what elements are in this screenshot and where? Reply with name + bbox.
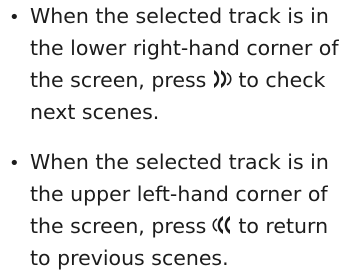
text-line: the lower right-hand corner of — [30, 36, 339, 60]
text-line-with-icon: the screen, press to return — [30, 210, 346, 242]
text-fragment: to check — [238, 68, 326, 92]
text-line: next scenes. — [30, 100, 160, 124]
bullet-marker: • — [9, 153, 20, 174]
text-fragment: the screen, press — [30, 68, 207, 92]
fast-forward-scan-icon — [210, 67, 234, 91]
bullet-marker: • — [9, 7, 20, 28]
text-fragment: to return — [238, 214, 329, 238]
bullet-text: When the selected track is in the upper … — [30, 146, 346, 274]
text-fragment: the screen, press — [30, 214, 207, 238]
text-line: When the selected track is in — [30, 4, 329, 28]
text-line: When the selected track is in — [30, 150, 329, 174]
rewind-scan-icon — [210, 213, 234, 237]
text-line: to previous scenes. — [30, 246, 229, 270]
text-line-with-icon: the screen, press to check — [30, 64, 346, 96]
bullet-text: When the selected track is in the lower … — [30, 0, 346, 128]
text-line: the upper left-hand corner of — [30, 182, 328, 206]
